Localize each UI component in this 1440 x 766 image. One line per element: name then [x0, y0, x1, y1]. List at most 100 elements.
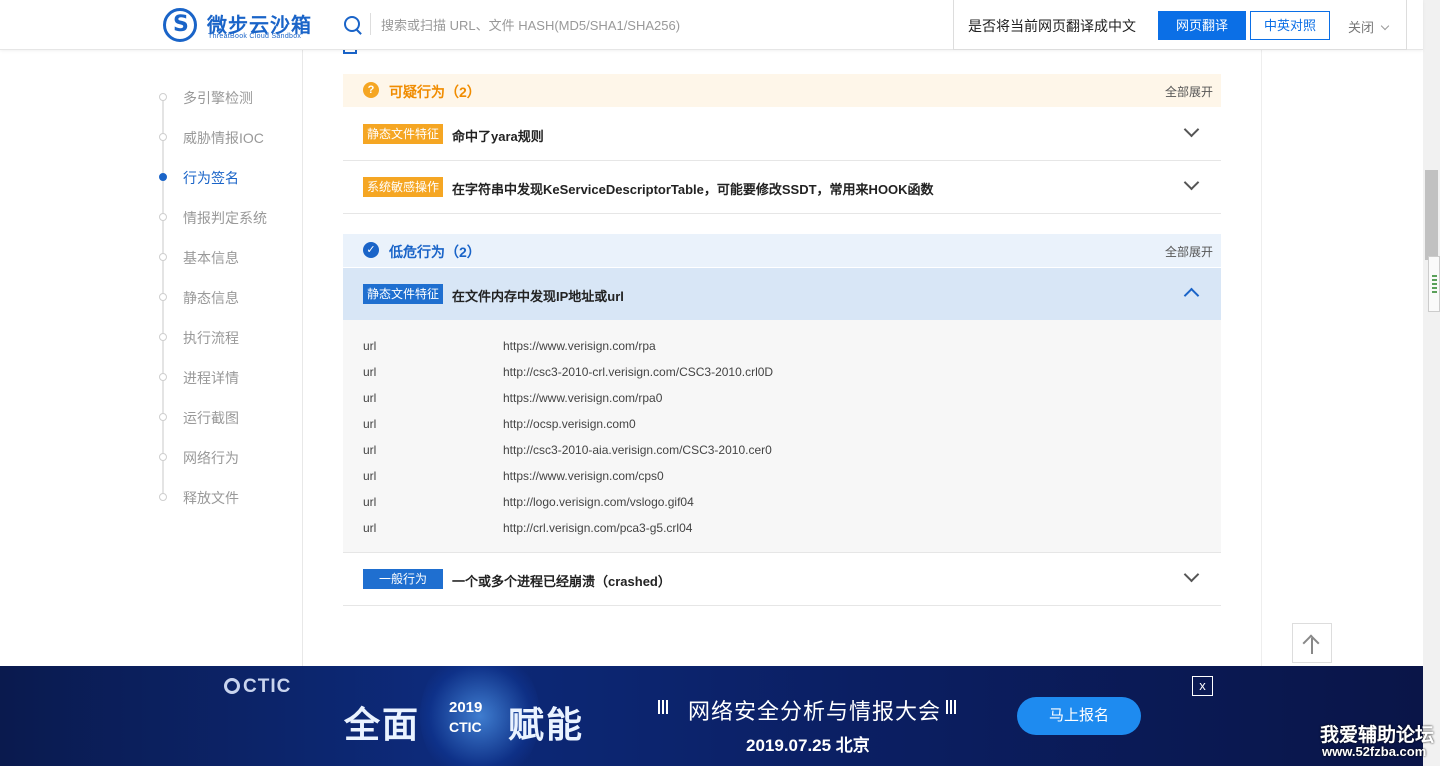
detail-key: url [363, 365, 377, 379]
detail-value: https://www.verisign.com/rpa0 [503, 391, 663, 405]
timeline-dot-icon [159, 253, 167, 261]
page-scrollbar[interactable] [1423, 0, 1440, 766]
behavior-text: 在字符串中发现KeServiceDescriptorTable，可能要修改SSD… [452, 182, 934, 197]
detail-row: url http://ocsp.verisign.com0 [343, 417, 1221, 437]
chevron-down-icon[interactable] [1183, 121, 1200, 138]
low-risk-group-title: 低危行为（2） [389, 244, 481, 260]
signup-button[interactable]: 马上报名 [1017, 697, 1141, 735]
sidebar-item-behavior-signature[interactable]: 行为签名 [140, 167, 303, 187]
behavior-tag: 静态文件特征 [363, 124, 444, 144]
sidebar-item-label: 基本信息 [183, 250, 239, 266]
detail-row: url http://csc3-2010-crl.verisign.com/CS… [343, 365, 1221, 385]
ctic-brand: CTIC [243, 676, 292, 697]
detail-row: url https://www.verisign.com/rpa [343, 339, 1221, 359]
detail-key: url [363, 391, 377, 405]
sidebar-item-label: 静态信息 [183, 290, 239, 306]
behavior-row[interactable]: 系统敏感操作 在字符串中发现KeServiceDescriptorTable，可… [343, 161, 1221, 214]
side-widget-icon[interactable] [1428, 256, 1440, 312]
detail-value: https://www.verisign.com/cps0 [503, 469, 664, 483]
ad-banner[interactable]: CTIC 全面 2019 CTIC 赋能 网络安全分析与情报大会 2019.07… [0, 666, 1423, 766]
low-risk-expand-all-link[interactable]: 全部展开 [1165, 243, 1213, 260]
translate-page-button[interactable]: 网页翻译 [1158, 11, 1246, 40]
sidebar-item-screenshots[interactable]: 运行截图 [140, 407, 303, 427]
suspicious-expand-all-link[interactable]: 全部展开 [1165, 83, 1213, 100]
sidebar-item-label: 网络行为 [183, 450, 239, 466]
sidebar-nav: 多引擎检测 威胁情报IOC 行为签名 情报判定系统 基本信息 静态信息 执行流程… [140, 50, 303, 666]
scrollbar-thumb[interactable] [1425, 170, 1438, 260]
sidebar-item-threat-ioc[interactable]: 威胁情报IOC [140, 127, 303, 147]
detail-row: url http://logo.verisign.com/vslogo.gif0… [343, 495, 1221, 515]
detail-key: url [363, 417, 377, 431]
timeline-dot-icon [159, 213, 167, 221]
sidebar-item-label: 情报判定系统 [183, 210, 267, 226]
behavior-row[interactable]: 一般行为 一个或多个进程已经崩溃（crashed） [343, 553, 1221, 606]
detail-row: url http://csc3-2010-aia.verisign.com/CS… [343, 443, 1221, 463]
back-to-top-arrow-icon[interactable] [1292, 623, 1332, 663]
bilingual-button[interactable]: 中英对照 [1250, 11, 1330, 40]
timeline-dot-icon [159, 133, 167, 141]
behavior-tag: 系统敏感操作 [363, 177, 444, 197]
sidebar-item-multi-engine[interactable]: 多引擎检测 [140, 87, 303, 107]
sidebar-item-dropped-files[interactable]: 释放文件 [140, 487, 303, 507]
sidebar-item-label: 执行流程 [183, 330, 239, 346]
timeline-dot-icon [159, 413, 167, 421]
search-input[interactable] [381, 13, 941, 37]
chevron-up-icon[interactable] [1183, 287, 1200, 304]
behavior-row[interactable]: 静态文件特征 命中了yara规则 [343, 108, 1221, 161]
sidebar-item-process-details[interactable]: 进程详情 [140, 367, 303, 387]
close-translate-label: 关闭 [1348, 20, 1375, 35]
detail-key: url [363, 443, 377, 457]
detail-key: url [363, 469, 377, 483]
sidebar-item-label: 威胁情报IOC [183, 130, 264, 146]
timeline-dot-icon [159, 173, 167, 181]
behavior-text: 命中了yara规则 [452, 129, 544, 144]
timeline-dot-icon [159, 493, 167, 501]
content-divider [1261, 50, 1262, 666]
sidebar-item-network[interactable]: 网络行为 [140, 447, 303, 467]
banner-year: 2019 [449, 699, 483, 716]
behavior-row-expanded[interactable]: 静态文件特征 在文件内存中发现IP地址或url [343, 268, 1221, 321]
close-translate-button[interactable]: 关闭 [1348, 17, 1390, 36]
bars-decoration-icon [658, 700, 668, 714]
low-risk-group-header: ✓ 低危行为（2） 全部展开 [343, 234, 1221, 267]
search-icon[interactable] [344, 16, 360, 32]
bars-decoration-icon [946, 700, 956, 714]
chevron-down-icon [1380, 21, 1390, 31]
translate-bar: 是否将当前网页翻译成中文 网页翻译 中英对照 关闭 [953, 0, 1407, 50]
chevron-down-icon[interactable] [1183, 174, 1200, 191]
behavior-tag: 静态文件特征 [363, 284, 444, 304]
timeline-dot-icon [159, 453, 167, 461]
detail-value: http://crl.verisign.com/pca3-g5.crl04 [503, 521, 693, 535]
banner-slogan-left: 全面 [344, 704, 421, 745]
timeline-dot-icon [159, 373, 167, 381]
chevron-down-icon[interactable] [1183, 566, 1200, 583]
sidebar-item-label: 行为签名 [183, 170, 239, 186]
suspicious-group-header: ? 可疑行为（2） 全部展开 [343, 74, 1221, 107]
timeline-dot-icon [159, 293, 167, 301]
search-divider [370, 13, 371, 35]
sidebar-item-label: 多引擎检测 [183, 90, 253, 106]
behavior-text: 一个或多个进程已经崩溃（crashed） [452, 574, 671, 589]
banner-close-button[interactable]: x [1192, 676, 1213, 696]
banner-slogan-right: 赋能 [508, 704, 585, 745]
watermark-text: 我爱辅助论坛 [1320, 725, 1435, 746]
behavior-text: 在文件内存中发现IP地址或url [452, 289, 624, 304]
logo[interactable]: 微步云沙箱 ThreatBook Cloud Sandbox [163, 8, 313, 44]
logo-subtitle: ThreatBook Cloud Sandbox [208, 33, 302, 40]
detail-row: url https://www.verisign.com/cps0 [343, 469, 1221, 489]
timeline-dot-icon [159, 93, 167, 101]
detail-row: url http://crl.verisign.com/pca3-g5.crl0… [343, 521, 1221, 541]
sidebar-item-static-info[interactable]: 静态信息 [140, 287, 303, 307]
detail-value: http://csc3-2010-crl.verisign.com/CSC3-2… [503, 365, 774, 379]
detail-value: https://www.verisign.com/rpa [503, 339, 656, 353]
detail-key: url [363, 495, 377, 509]
detail-row: url https://www.verisign.com/rpa0 [343, 391, 1221, 411]
sidebar-item-exec-flow[interactable]: 执行流程 [140, 327, 303, 347]
behavior-tag: 一般行为 [363, 569, 443, 589]
sidebar-item-label: 运行截图 [183, 410, 239, 426]
sidebar-item-intel-judgement[interactable]: 情报判定系统 [140, 207, 303, 227]
watermark-url: www.52fzba.com [1322, 744, 1427, 759]
sidebar-item-basic-info[interactable]: 基本信息 [140, 247, 303, 267]
timeline-dot-icon [159, 333, 167, 341]
check-circle-icon: ✓ [363, 242, 379, 258]
